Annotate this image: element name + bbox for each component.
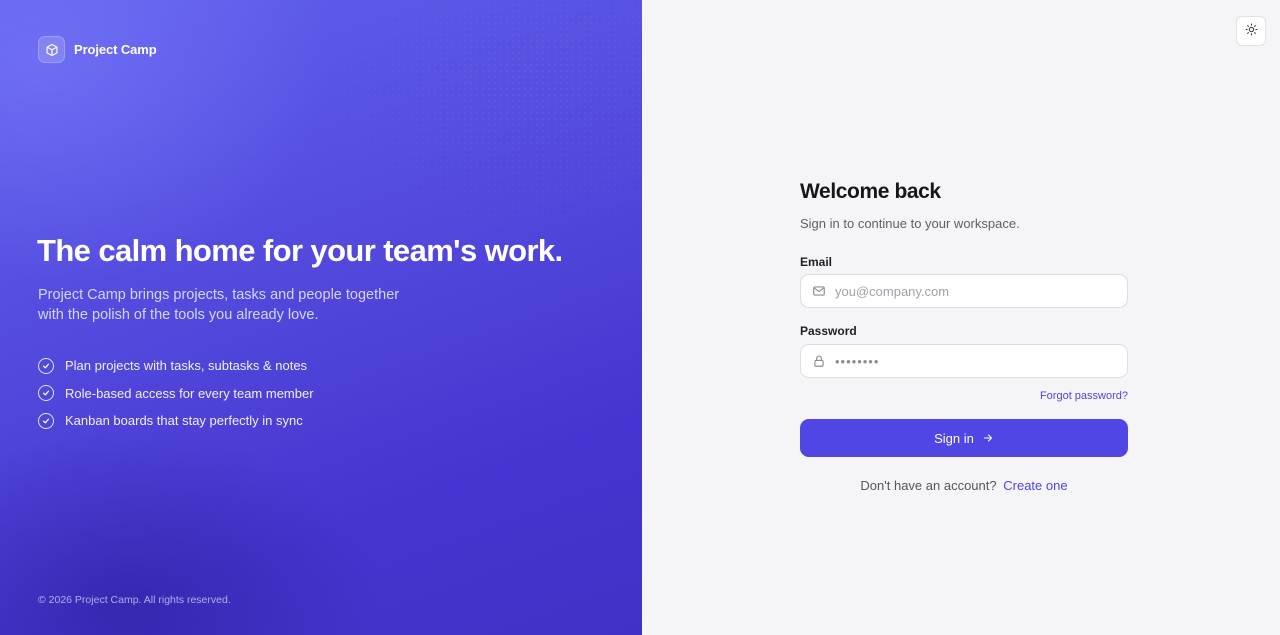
feature-text: Role-based access for every team member: [65, 385, 314, 401]
email-field[interactable]: [800, 274, 1128, 308]
feature-item: Plan projects with tasks, subtasks & not…: [38, 352, 314, 380]
password-label: Password: [800, 324, 857, 338]
email-label: Email: [800, 255, 833, 269]
brand-name: Project Camp: [74, 42, 157, 57]
feature-item: Role-based access for every team member: [38, 380, 314, 408]
copyright-footer: © 2026 Project Camp. All rights reserved…: [38, 594, 231, 606]
check-circle-icon: [38, 357, 54, 374]
signup-prompt: Don't have an account? Create one: [800, 478, 1128, 493]
arrow-right-icon: [982, 432, 994, 444]
feature-item: Kanban boards that stay perfectly in syn…: [38, 407, 314, 435]
forgot-password-link[interactable]: Forgot password?: [1040, 390, 1128, 402]
sun-icon: [1245, 23, 1258, 39]
email-input[interactable]: [835, 283, 1115, 299]
form-subtitle: Sign in to continue to your workspace.: [800, 216, 1020, 231]
mail-icon: [811, 283, 827, 299]
check-circle-icon: [38, 412, 54, 429]
brand-panel: Project Camp The calm home for your team…: [0, 0, 642, 635]
signup-text: Don't have an account?: [860, 478, 997, 493]
lock-icon: [811, 353, 827, 369]
sign-in-label: Sign in: [934, 430, 974, 446]
password-field[interactable]: [800, 344, 1128, 378]
sign-in-button[interactable]: Sign in: [800, 419, 1128, 457]
hero-tagline: Project Camp brings projects, tasks and …: [38, 287, 400, 323]
login-form: Welcome back Sign in to continue to your…: [800, 180, 1128, 493]
password-input[interactable]: [835, 353, 1115, 369]
create-account-link[interactable]: Create one: [1003, 478, 1067, 493]
check-circle-icon: [38, 385, 54, 402]
feature-text: Plan projects with tasks, subtasks & not…: [65, 358, 308, 374]
hero-headline: The calm home for your team's work.: [37, 233, 563, 268]
feature-list: Plan projects with tasks, subtasks & not…: [38, 352, 314, 435]
brand[interactable]: Project Camp: [38, 36, 157, 63]
feature-text: Kanban boards that stay perfectly in syn…: [65, 413, 303, 429]
cube-icon: [38, 36, 65, 63]
theme-toggle-button[interactable]: [1236, 16, 1266, 46]
form-title: Welcome back: [800, 180, 941, 203]
